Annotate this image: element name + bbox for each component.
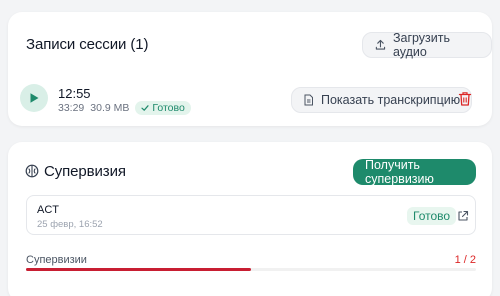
status-badge-label: Готово bbox=[152, 102, 185, 114]
supervision-item-date: 25 февр, 16:52 bbox=[37, 219, 103, 230]
trash-icon[interactable] bbox=[458, 91, 472, 107]
supervision-status-badge: Готово bbox=[407, 207, 457, 225]
play-icon bbox=[30, 93, 39, 103]
supervisions-progress-count: 1 / 2 bbox=[454, 254, 476, 266]
upload-audio-label: Загрузить аудио bbox=[392, 31, 451, 59]
session-recordings-card: Записи сессии (1) Загрузить аудио 12:55 … bbox=[8, 12, 492, 126]
supervisions-progress-bar bbox=[26, 268, 476, 271]
recording-size: 30.9 MB bbox=[90, 102, 130, 114]
show-transcript-button[interactable]: Показать транскрипцию bbox=[291, 87, 473, 113]
check-icon bbox=[141, 105, 149, 111]
supervision-title: Супервизия bbox=[44, 163, 126, 180]
get-supervision-button[interactable]: Получить супервизию bbox=[353, 158, 476, 186]
document-icon bbox=[304, 94, 313, 106]
supervision-card: Супервизия Получить супервизию ACT 25 фе… bbox=[8, 142, 492, 296]
supervision-item-name: ACT bbox=[37, 204, 59, 216]
brain-icon bbox=[25, 164, 39, 178]
upload-icon bbox=[375, 39, 386, 50]
external-link-icon[interactable] bbox=[457, 210, 469, 222]
recording-meta: 33:29 30.9 MB Готово bbox=[58, 101, 191, 115]
supervisions-progress-label: Супервизии bbox=[26, 254, 87, 266]
play-button[interactable] bbox=[20, 84, 48, 112]
recording-time: 12:55 bbox=[58, 86, 91, 101]
show-transcript-label: Показать транскрипцию bbox=[321, 93, 461, 107]
recordings-title: Записи сессии (1) bbox=[26, 36, 149, 53]
supervision-item[interactable]: ACT 25 февр, 16:52 Готово bbox=[26, 195, 476, 235]
upload-audio-button[interactable]: Загрузить аудио bbox=[362, 31, 492, 59]
recording-duration: 33:29 bbox=[58, 102, 85, 114]
status-badge: Готово bbox=[135, 101, 191, 115]
supervisions-progress-fill bbox=[26, 268, 251, 271]
